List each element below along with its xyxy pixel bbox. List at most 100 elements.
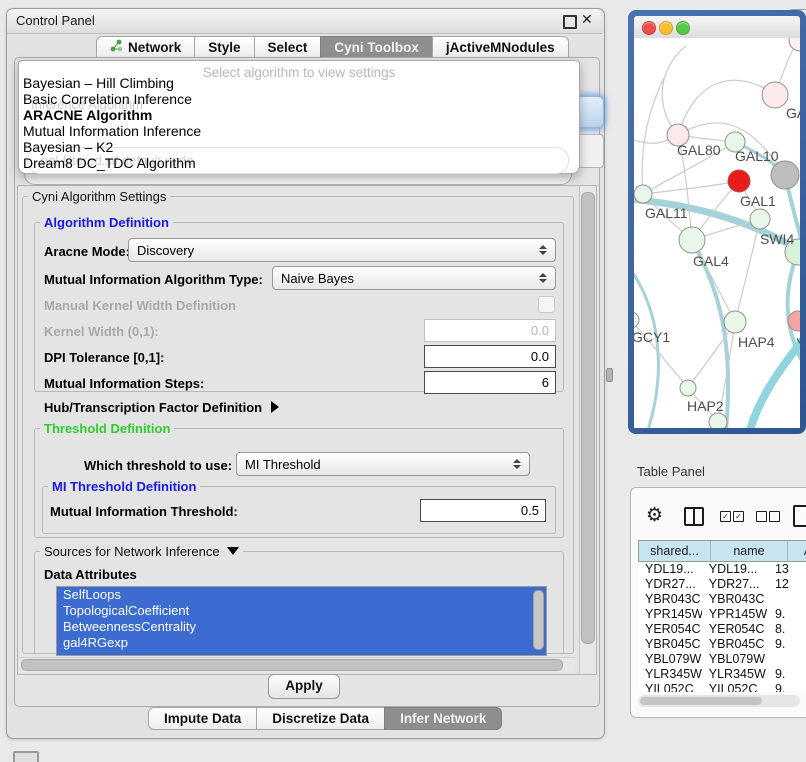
attribute-list-item[interactable]: SelfLoops [57, 587, 546, 603]
apply-button[interactable]: Apply [268, 674, 340, 699]
vertical-scrollbar-thumb[interactable] [581, 192, 595, 644]
table-row[interactable]: YLR345W YLR345W 9. [638, 667, 806, 682]
screenshot-root: Control Panel ✕ Network Style Select Cyn… [0, 0, 806, 762]
node-unnamed-top[interactable] [789, 38, 800, 51]
node-gal4[interactable] [679, 227, 705, 253]
table-row[interactable]: YBR045C YBR045C 9. [638, 637, 806, 652]
mi-type-select[interactable]: Naive Bayes [272, 266, 556, 290]
expanded-arrow-icon [227, 547, 239, 555]
tab-cyni-toolbox[interactable]: Cyni Toolbox [320, 36, 432, 58]
data-attributes-label: Data Attributes [44, 567, 137, 582]
algorithm-menu-item[interactable]: Dream8 DC_TDC Algorithm [19, 155, 579, 171]
node-gcy1[interactable] [634, 312, 639, 328]
table-row[interactable]: YBR043C YBR043C [638, 592, 806, 607]
node-label: SWI4 [760, 231, 794, 247]
node-bottom[interactable] [709, 413, 727, 428]
algorithm-menu-item[interactable]: Bayesian – K2 [19, 139, 579, 155]
horizontal-scrollbar-thumb[interactable] [21, 659, 563, 671]
manual-kernel-label: Manual Kernel Width Definition [44, 298, 236, 313]
node-label: GAL [786, 105, 800, 121]
table-body: YDL19... YDL19... 13 YDR27... YDR27... 1… [638, 562, 806, 692]
algorithm-menu-item[interactable]: Mutual Information Inference [19, 123, 579, 139]
which-threshold-select[interactable]: MI Threshold [236, 452, 530, 476]
tab-impute-data[interactable]: Impute Data [148, 707, 256, 730]
node-selected-red[interactable] [728, 170, 750, 192]
column-header-partial[interactable]: A [788, 541, 806, 561]
node-label: GAL11 [645, 205, 688, 221]
document-icon[interactable] [793, 505, 806, 527]
table-row[interactable]: YER054C YER054C 8. [638, 622, 806, 637]
table-header-row: shared... name A [638, 540, 806, 562]
mi-steps-label: Mutual Information Steps: [44, 376, 204, 391]
minimize-traffic-light[interactable] [659, 21, 673, 35]
node-gray[interactable] [771, 161, 799, 189]
algorithm-menu-list: Bayesian – Hill Climbing Basic Correlati… [19, 75, 579, 171]
list-scrollbar-thumb[interactable] [533, 590, 544, 650]
minimized-panel-icon[interactable] [13, 751, 39, 762]
which-threshold-label: Which threshold to use: [84, 458, 232, 473]
node-gal11[interactable] [634, 185, 652, 203]
algorithm-menu-item[interactable]: ARACNE Algorithm [19, 107, 579, 123]
table-row[interactable]: YIL052C YIL052C 9. [638, 682, 806, 692]
node-gal1[interactable] [750, 209, 770, 229]
table-horizontal-scrollbar-thumb[interactable] [640, 697, 762, 705]
cyni-settings-title: Cyni Algorithm Settings [28, 190, 170, 203]
node-hap4[interactable] [724, 311, 746, 333]
tab-jactivemnodules[interactable]: jActiveMNodules [432, 36, 569, 58]
attribute-list-item[interactable]: BetweennessCentrality [57, 619, 546, 635]
table-panel-title: Table Panel [637, 464, 705, 479]
table-row[interactable]: YBL079W YBL079W [638, 652, 806, 667]
aracne-mode-label: Aracne Mode: [44, 244, 130, 259]
algorithm-dropdown-popup: Inference Algorithm gal-filtered.sif def… [18, 60, 580, 174]
panel-divider-handle[interactable] [606, 368, 613, 382]
sources-group-title[interactable]: Sources for Network Inference [40, 545, 243, 558]
mi-threshold-field[interactable]: 0.5 [420, 499, 546, 522]
close-icon[interactable]: ✕ [581, 11, 593, 28]
mi-threshold-group-title: MI Threshold Definition [48, 480, 200, 493]
mi-threshold-label: Mutual Information Threshold: [50, 504, 238, 519]
network-canvas[interactable]: GAL GAL80 GAL10 GAL11 GAL1 SWI4 GAL4 GCY… [634, 38, 800, 428]
node-label: GAL80 [677, 142, 721, 158]
zoom-traffic-light[interactable] [676, 21, 690, 35]
cyni-bottom-tabs: Impute Data Discretize Data Infer Networ… [148, 707, 502, 730]
tab-infer-network[interactable]: Infer Network [384, 707, 502, 730]
dpi-tolerance-field[interactable]: 0.0 [424, 345, 556, 368]
gear-icon[interactable]: ⚙ [646, 504, 663, 527]
node-label: GCY1 [634, 329, 670, 345]
column-header-shared[interactable]: shared... [639, 541, 711, 561]
split-columns-icon[interactable] [684, 507, 704, 526]
panel-title: Control Panel [16, 13, 95, 28]
tab-discretize-data[interactable]: Discretize Data [256, 707, 384, 730]
column-header-name[interactable]: name [711, 541, 788, 561]
mi-type-label: Mutual Information Algorithm Type: [44, 272, 263, 287]
aracne-mode-select[interactable]: Discovery [128, 238, 556, 262]
mi-steps-field[interactable]: 6 [424, 371, 556, 394]
control-panel-tabs: Network Style Select Cyni Toolbox jActiv… [96, 36, 569, 58]
table-row[interactable]: YDR27... YDR27... 12 [638, 577, 806, 592]
checked-checkbox-icon[interactable]: ✓ [720, 511, 731, 522]
tab-network[interactable]: Network [96, 36, 194, 58]
float-window-icon[interactable] [563, 15, 577, 29]
node-label: GAL1 [740, 193, 776, 209]
node-hap2[interactable] [680, 380, 696, 396]
table-row[interactable]: YDL19... YDL19... 13 [638, 562, 806, 577]
unchecked-checkbox-icon[interactable] [769, 511, 780, 522]
manual-kernel-checkbox[interactable] [538, 296, 555, 313]
network-window-titlebar [634, 16, 800, 38]
table-row[interactable]: YPR145W YPR145W 9. [638, 607, 806, 622]
algorithm-menu-item[interactable]: Basic Correlation Inference [19, 91, 579, 107]
collapsed-arrow-icon [271, 401, 279, 413]
attribute-list-item[interactable]: gal4RGexp [57, 635, 546, 651]
algorithm-menu-item[interactable]: Bayesian – Hill Climbing [19, 75, 579, 91]
stepper-icon [535, 245, 555, 255]
kernel-width-field[interactable]: 0.0 [424, 319, 556, 342]
checked-checkbox-icon[interactable]: ✓ [733, 511, 744, 522]
node-gal[interactable] [762, 82, 788, 108]
close-traffic-light[interactable] [642, 21, 656, 35]
tab-select[interactable]: Select [254, 36, 321, 58]
kernel-width-label: Kernel Width (0,1): [44, 324, 159, 339]
hub-definition-toggle[interactable]: Hub/Transcription Factor Definition [44, 400, 279, 415]
attribute-list-item[interactable]: TopologicalCoefficient [57, 603, 546, 619]
tab-style[interactable]: Style [194, 36, 253, 58]
unchecked-checkbox-icon[interactable] [756, 511, 767, 522]
